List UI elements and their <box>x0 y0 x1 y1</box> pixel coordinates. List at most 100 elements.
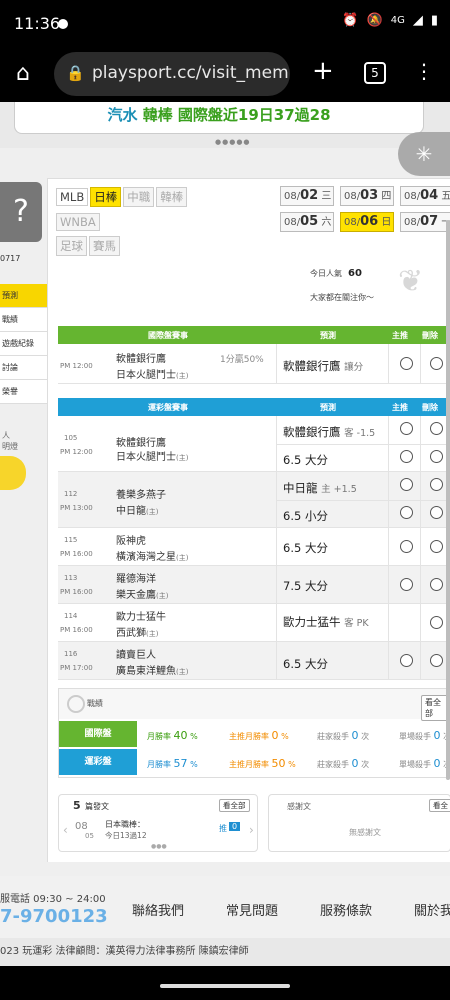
chevron-left-icon[interactable]: ‹ <box>63 823 68 837</box>
record-title: 戰績 <box>87 699 103 708</box>
main-push-radio[interactable] <box>400 506 413 519</box>
posts-label: 篇發文 <box>85 802 109 811</box>
posts-count: 5 <box>73 799 81 812</box>
delete-radio[interactable] <box>430 478 443 491</box>
new-tab-icon[interactable]: + <box>312 56 334 86</box>
sidebar-item-honor[interactable]: 榮譽 <box>0 380 48 404</box>
main-push-radio[interactable] <box>400 578 413 591</box>
delete-radio[interactable] <box>430 422 443 435</box>
sidebar-item-discuss[interactable]: 討論 <box>0 356 48 380</box>
lightbulb-icon <box>0 456 26 490</box>
intl-row: PM 12:00 軟體銀行鷹 日本火腿鬥士(主) 1分贏50% 軟體銀行鷹 讓分 <box>58 344 450 384</box>
sidebar-item-game-log[interactable]: 遊戲紀錄 <box>0 332 48 356</box>
record-summary: 戰績 看全部 國際盤 月勝率 40 % 主推月勝率 0 % 莊家殺手 0 次 單… <box>58 688 450 778</box>
mascot-icon: ❦ <box>398 264 424 299</box>
banner-text-2: 韓棒 國際盤近19日37過28 <box>142 106 331 124</box>
tab-wnba[interactable]: WNBA <box>56 213 100 231</box>
floating-sparkle-button[interactable]: ✳ <box>398 132 450 176</box>
intl-header: 國際盤賽事 預測 主推 刪除 <box>58 326 450 344</box>
banner-text-1: 汽水 <box>107 106 138 124</box>
tab-cpbl[interactable]: 中職 <box>123 187 155 207</box>
date-0802[interactable]: 08/02 三 <box>280 186 334 206</box>
tab-mlb[interactable]: MLB <box>56 188 89 206</box>
post-subtitle: 今日13過12 <box>105 831 147 840</box>
battery-icon: ▮ <box>430 13 438 28</box>
alarm-icon: ⏰ <box>342 13 359 28</box>
chevron-right-icon[interactable]: › <box>249 823 254 837</box>
popularity-value: 60 <box>348 268 362 279</box>
sports-header: 運彩盤賽事 預測 主推 刪除 <box>58 398 450 416</box>
browser-toolbar: ⌂ 🔒 playsport.cc/visit_mem + 5 ⋮ <box>0 48 450 102</box>
date-0807[interactable]: 08/07 一 <box>400 212 450 232</box>
footer-link-about[interactable]: 關於我 <box>414 900 450 919</box>
thanks-label: 感謝文 <box>287 802 311 811</box>
post-title[interactable]: 日本職棒： <box>105 819 145 830</box>
delete-radio[interactable] <box>430 506 443 519</box>
sidebar-nav: 預測 戰績 遊戲紀錄 討論 榮譽 <box>0 284 48 404</box>
table-row: 105 PM 12:00 軟體銀行鷹 日本火腿鬥士(主) 軟體銀行鷹 客 -1.… <box>58 416 450 472</box>
thanks-card: 感謝文 看全 無感謝文 <box>268 794 450 852</box>
home-icon[interactable]: ⌂ <box>16 61 30 86</box>
lightbulb-promo[interactable]: 人明燈 <box>0 430 32 490</box>
main-push-radio[interactable] <box>400 654 413 667</box>
lock-icon: 🔒 <box>66 64 85 82</box>
avatar[interactable]: ? <box>0 182 42 242</box>
table-row: 115 PM 16:00 阪神虎 橫濱海灣之星(主) 6.5 大分 <box>58 528 450 566</box>
url-text: playsport.cc/visit_mem <box>92 63 289 83</box>
more-menu-icon[interactable]: ⋮ <box>414 59 434 83</box>
main-push-radio[interactable] <box>400 478 413 491</box>
sidebar-item-record[interactable]: 戰績 <box>0 308 48 332</box>
delete-radio[interactable] <box>430 357 443 370</box>
main-push-radio[interactable] <box>400 450 413 463</box>
record-tag-intl: 國際盤 <box>59 721 137 747</box>
thanks-see-all-button[interactable]: 看全 <box>429 799 450 812</box>
clock: 11:36 <box>14 14 61 33</box>
record-row-sports: 運彩盤 月勝率 57 % 主推月勝率 50 % 莊家殺手 0 次 單場殺手 0 … <box>59 749 450 775</box>
delete-radio[interactable] <box>430 616 443 629</box>
date-0803[interactable]: 08/03 四 <box>340 186 394 206</box>
sidebar-item-predict[interactable]: 預測 <box>0 284 48 308</box>
service-phone[interactable]: 7-9700123 <box>0 906 108 927</box>
main-push-radio[interactable] <box>400 540 413 553</box>
posts-carousel-dots: ●●● <box>151 843 167 850</box>
main-push-radio[interactable] <box>400 422 413 435</box>
main-push-radio[interactable] <box>400 357 413 370</box>
date-0806[interactable]: 08/06 日 <box>340 212 394 232</box>
status-icons: ⏰ 🔕 4G ◢ ▮ <box>342 13 438 28</box>
tab-switcher-button[interactable]: 5 <box>364 62 386 84</box>
posts-see-all-button[interactable]: 看全部 <box>219 799 250 812</box>
promo-line-1: 人 <box>2 431 10 440</box>
thanks-empty: 無感謝文 <box>349 828 381 837</box>
status-bar: 11:36 ⏰ 🔕 4G ◢ ▮ <box>0 0 450 48</box>
footer-link-contact[interactable]: 聯絡我們 <box>132 900 184 919</box>
table-row: 112 PM 13:00 養樂多燕子 中日龍(主) 中日龍 主 +1.5 6.5… <box>58 472 450 528</box>
footer: 服電話 09:30 ~ 24:00 7-9700123 聯絡我們 常見問題 服務… <box>0 876 450 938</box>
delete-radio[interactable] <box>430 450 443 463</box>
tab-npb[interactable]: 日棒 <box>90 187 122 207</box>
service-hours: 服電話 09:30 ~ 24:00 <box>0 894 106 905</box>
tab-soccer[interactable]: 足球 <box>56 236 87 256</box>
home-gesture-handle[interactable] <box>160 984 290 988</box>
table-row: 116 PM 17:00 讀賣巨人 廣島東洋鯉魚(主) 6.5 大分 <box>58 642 450 680</box>
league-tabs: MLB 日棒 中職 韓棒 WNBA 足球 賽馬 <box>56 186 226 260</box>
footer-link-faq[interactable]: 常見問題 <box>226 900 278 919</box>
footer-link-terms[interactable]: 服務條款 <box>320 900 372 919</box>
record-row-intl: 國際盤 月勝率 40 % 主推月勝率 0 % 莊家殺手 0 次 單場殺手 0 次 <box>59 721 450 747</box>
delete-radio[interactable] <box>430 578 443 591</box>
address-bar[interactable]: 🔒 playsport.cc/visit_mem <box>54 52 290 96</box>
date-0804[interactable]: 08/04 五 <box>400 186 450 206</box>
tab-horse[interactable]: 賽馬 <box>89 236 120 256</box>
signal-icon: ◢ <box>412 13 423 28</box>
popularity-note: 大家都在關注你～ <box>310 293 374 302</box>
promo-line-2: 明燈 <box>2 442 18 451</box>
tab-kbo[interactable]: 韓棒 <box>156 187 188 207</box>
popularity: 今日人氣 60 <box>310 268 362 279</box>
date-0805[interactable]: 08/05 六 <box>280 212 334 232</box>
network-label: 4G <box>390 15 405 26</box>
scrollbar[interactable] <box>446 220 450 780</box>
delete-radio[interactable] <box>430 654 443 667</box>
delete-radio[interactable] <box>430 540 443 553</box>
posts-card: 5 篇發文 看全部 ‹ 08 05 日本職棒： 今日13過12 推 0 › ●●… <box>58 794 258 852</box>
member-id: 0717 <box>0 254 21 263</box>
banner-box[interactable]: 汽水 韓棒 國際盤近19日37過28 <box>14 102 424 134</box>
